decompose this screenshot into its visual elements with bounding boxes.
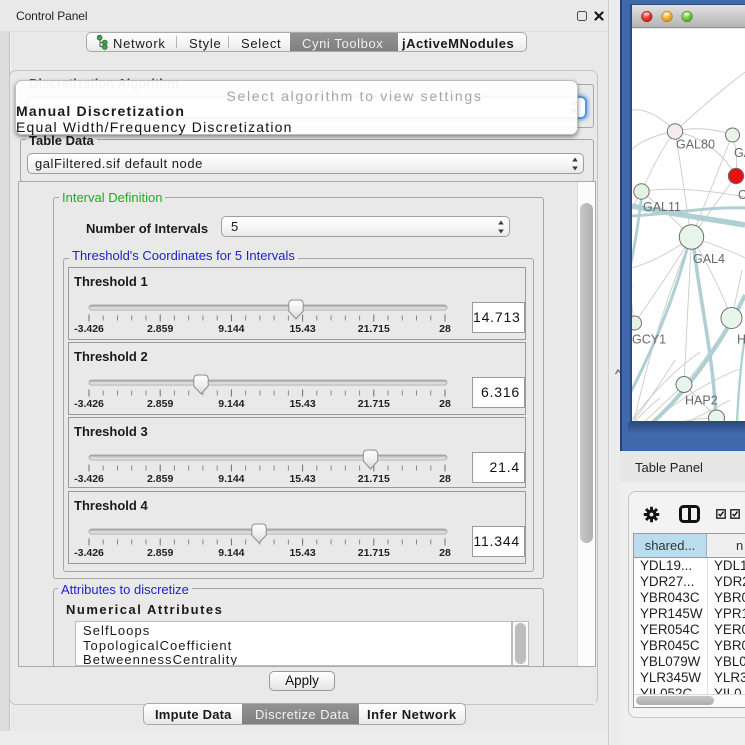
svg-text:GAL11: GAL11 (643, 200, 681, 214)
svg-text:9.144: 9.144 (218, 473, 244, 485)
svg-text:2.859: 2.859 (147, 473, 173, 485)
svg-text:15.43: 15.43 (289, 547, 315, 559)
svg-text:GAL80: GAL80 (676, 138, 715, 152)
svg-text:21.715: 21.715 (358, 398, 390, 410)
svg-text:9.144: 9.144 (218, 323, 244, 335)
svg-text:28: 28 (439, 323, 451, 335)
svg-text:H: H (737, 333, 745, 347)
svg-text:15.43: 15.43 (289, 398, 315, 410)
svg-text:GCY1: GCY1 (632, 333, 666, 347)
svg-text:28: 28 (439, 398, 451, 410)
svg-text:21.715: 21.715 (358, 323, 390, 335)
svg-text:28: 28 (439, 547, 451, 559)
svg-text:-3.426: -3.426 (74, 398, 104, 410)
svg-text:9.144: 9.144 (218, 398, 244, 410)
svg-text:2.859: 2.859 (147, 323, 173, 335)
svg-text:-3.426: -3.426 (74, 547, 104, 559)
svg-text:C: C (738, 188, 745, 202)
svg-text:GA: GA (734, 146, 745, 160)
svg-text:2.859: 2.859 (147, 547, 173, 559)
svg-text:HAP2: HAP2 (685, 394, 718, 408)
svg-text:21.715: 21.715 (358, 547, 390, 559)
svg-text:15.43: 15.43 (289, 473, 315, 485)
svg-text:GAL4: GAL4 (693, 252, 725, 266)
svg-text:2.859: 2.859 (147, 398, 173, 410)
svg-text:28: 28 (439, 473, 451, 485)
svg-text:21.715: 21.715 (358, 473, 390, 485)
svg-text:-3.426: -3.426 (74, 473, 104, 485)
svg-text:-3.426: -3.426 (74, 323, 104, 335)
svg-text:15.43: 15.43 (289, 323, 315, 335)
svg-text:9.144: 9.144 (218, 547, 244, 559)
